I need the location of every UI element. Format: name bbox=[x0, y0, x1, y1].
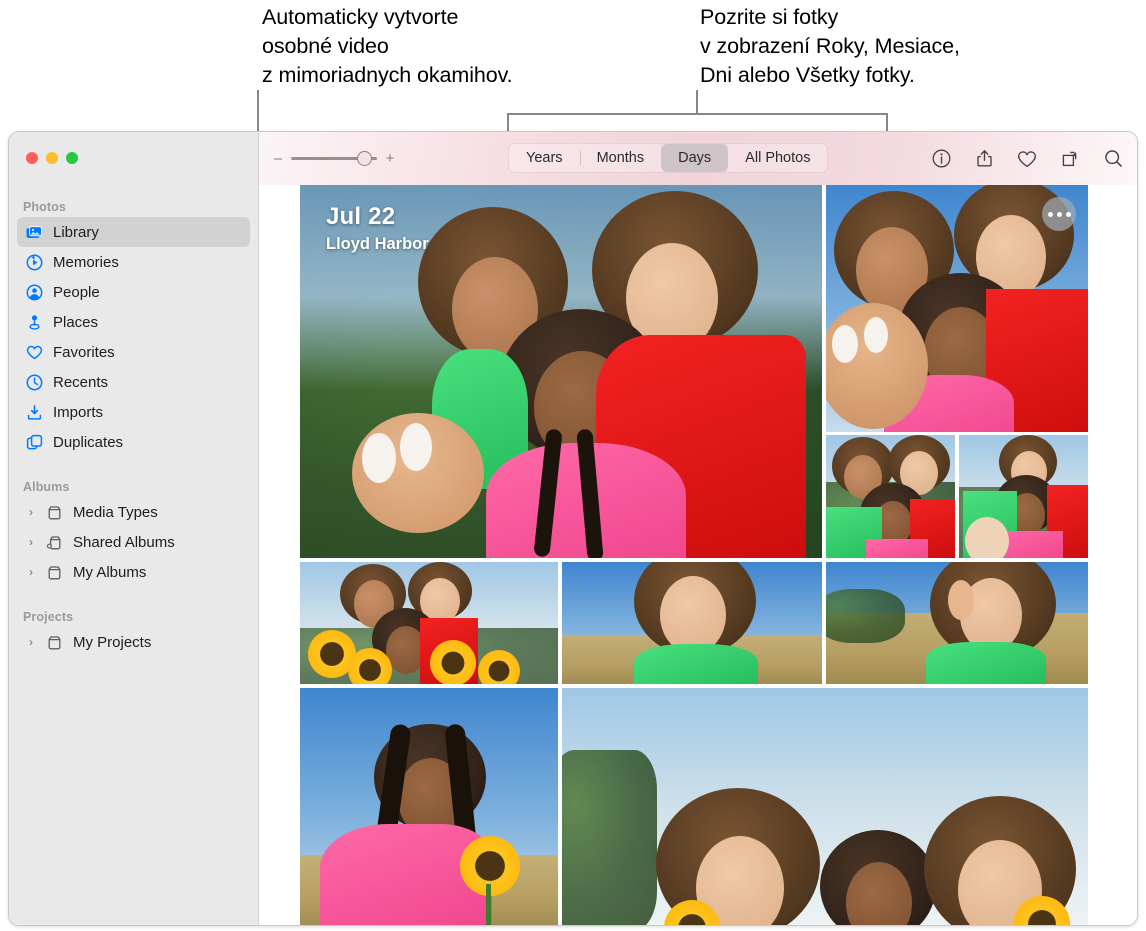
import-icon bbox=[25, 403, 44, 422]
date-overlay: Jul 22 Lloyd Harbor bbox=[326, 203, 429, 254]
chevron-right-icon[interactable]: › bbox=[25, 635, 37, 649]
heart-icon bbox=[25, 343, 44, 362]
sidebar-item-shared-albums[interactable]: › Shared Albums bbox=[17, 527, 250, 557]
info-icon[interactable] bbox=[930, 148, 952, 170]
photo-thumbnail[interactable] bbox=[959, 435, 1088, 558]
photo-thumbnail[interactable]: Jul 22 Lloyd Harbor bbox=[300, 185, 822, 558]
sidebar-item-label: People bbox=[53, 284, 100, 301]
callout-right-text: Pozrite si fotky v zobrazení Roky, Mesia… bbox=[700, 3, 960, 90]
sidebar-section-photos-list: Library Memories People bbox=[9, 217, 258, 457]
zoom-slider[interactable] bbox=[291, 152, 377, 166]
ellipsis-dot bbox=[1048, 212, 1053, 217]
tab-years[interactable]: Years bbox=[509, 144, 580, 172]
sidebar-section-photos-title: Photos bbox=[9, 200, 258, 217]
zoom-in-button[interactable]: + bbox=[385, 151, 395, 166]
callout-right-leader-stem bbox=[696, 90, 698, 115]
chevron-right-icon[interactable]: › bbox=[25, 535, 37, 549]
sidebar-item-duplicates[interactable]: Duplicates bbox=[17, 427, 250, 457]
photo-thumbnail[interactable] bbox=[300, 562, 558, 684]
sidebar-item-label: My Albums bbox=[73, 564, 146, 581]
album-icon bbox=[45, 563, 64, 582]
photo-thumbnail[interactable] bbox=[826, 185, 1088, 432]
album-icon bbox=[45, 503, 64, 522]
sidebar-item-label: Imports bbox=[53, 404, 103, 421]
sidebar-item-label: Favorites bbox=[53, 344, 115, 361]
window-traffic-lights bbox=[26, 152, 78, 164]
shared-album-icon bbox=[45, 533, 64, 552]
tab-days[interactable]: Days bbox=[661, 144, 728, 172]
sidebar-item-label: My Projects bbox=[73, 634, 151, 651]
sidebar-item-memories[interactable]: Memories bbox=[17, 247, 250, 277]
date-label: Jul 22 bbox=[326, 203, 429, 231]
zoom-slider-knob[interactable] bbox=[357, 151, 372, 166]
minimize-button[interactable] bbox=[46, 152, 58, 164]
main-area: – + Years Months Days All Photos bbox=[259, 132, 1137, 925]
sidebar-item-places[interactable]: Places bbox=[17, 307, 250, 337]
sidebar-item-label: Recents bbox=[53, 374, 108, 391]
toolbar-icons bbox=[930, 148, 1124, 170]
sidebar-item-favorites[interactable]: Favorites bbox=[17, 337, 250, 367]
sidebar-item-recents[interactable]: Recents bbox=[17, 367, 250, 397]
photo-thumbnail[interactable] bbox=[562, 562, 822, 684]
album-icon bbox=[45, 633, 64, 652]
chevron-right-icon[interactable]: › bbox=[25, 565, 37, 579]
sidebar-item-label: Media Types bbox=[73, 504, 158, 521]
photo-thumbnail[interactable] bbox=[826, 435, 955, 558]
library-icon bbox=[25, 223, 44, 242]
memories-icon bbox=[25, 253, 44, 272]
callout-left-text: Automaticky vytvorte osobné video z mimo… bbox=[262, 3, 513, 90]
sidebar-item-imports[interactable]: Imports bbox=[17, 397, 250, 427]
sidebar-item-label: Shared Albums bbox=[73, 534, 175, 551]
callout-right-leader-bar bbox=[507, 113, 888, 115]
photo-thumbnail[interactable] bbox=[826, 562, 1088, 684]
tab-months[interactable]: Months bbox=[580, 144, 662, 172]
favorite-heart-icon[interactable] bbox=[1016, 148, 1038, 170]
toolbar: – + Years Months Days All Photos bbox=[259, 132, 1137, 185]
photo-thumbnail[interactable] bbox=[300, 688, 558, 925]
sidebar-item-label: Memories bbox=[53, 254, 119, 271]
sidebar-section-projects-title: Projects bbox=[9, 610, 258, 627]
places-icon bbox=[25, 313, 44, 332]
photos-app-window: Photos Library Memories bbox=[8, 131, 1138, 926]
people-icon bbox=[25, 283, 44, 302]
photo-grid-container: Jul 22 Lloyd Harbor bbox=[259, 185, 1137, 925]
location-label: Lloyd Harbor bbox=[326, 235, 429, 254]
sidebar-section-albums-list: › Media Types › Shared Albums › bbox=[9, 497, 258, 587]
photo-grid: Jul 22 Lloyd Harbor bbox=[300, 185, 1121, 925]
clock-icon bbox=[25, 373, 44, 392]
sidebar-item-media-types[interactable]: › Media Types bbox=[17, 497, 250, 527]
sidebar-item-library[interactable]: Library bbox=[17, 217, 250, 247]
share-icon[interactable] bbox=[973, 148, 995, 170]
zoom-button[interactable] bbox=[66, 152, 78, 164]
more-options-button[interactable] bbox=[1042, 197, 1076, 231]
ellipsis-dot bbox=[1057, 212, 1062, 217]
duplicates-icon bbox=[25, 433, 44, 452]
sidebar-section-projects-list: › My Projects bbox=[9, 627, 258, 657]
ellipsis-dot bbox=[1066, 212, 1071, 217]
chevron-right-icon[interactable]: › bbox=[25, 505, 37, 519]
sidebar-item-label: Library bbox=[53, 224, 99, 241]
sidebar-item-people[interactable]: People bbox=[17, 277, 250, 307]
sidebar-item-label: Duplicates bbox=[53, 434, 123, 451]
sidebar-item-my-albums[interactable]: › My Albums bbox=[17, 557, 250, 587]
sidebar-item-label: Places bbox=[53, 314, 98, 331]
zoom-slider-control[interactable]: – + bbox=[273, 151, 395, 166]
zoom-out-button[interactable]: – bbox=[273, 151, 283, 166]
tab-all-photos[interactable]: All Photos bbox=[728, 144, 827, 172]
sidebar-section-albums-title: Albums bbox=[9, 480, 258, 497]
sidebar: Photos Library Memories bbox=[9, 132, 259, 925]
screenshot-stage: Automaticky vytvorte osobné video z mimo… bbox=[0, 0, 1146, 931]
close-button[interactable] bbox=[26, 152, 38, 164]
photo-thumbnail[interactable] bbox=[562, 688, 1088, 925]
search-icon[interactable] bbox=[1102, 148, 1124, 170]
view-mode-segmented-control[interactable]: Years Months Days All Photos bbox=[508, 143, 828, 173]
sidebar-item-my-projects[interactable]: › My Projects bbox=[17, 627, 250, 657]
rotate-icon[interactable] bbox=[1059, 148, 1081, 170]
